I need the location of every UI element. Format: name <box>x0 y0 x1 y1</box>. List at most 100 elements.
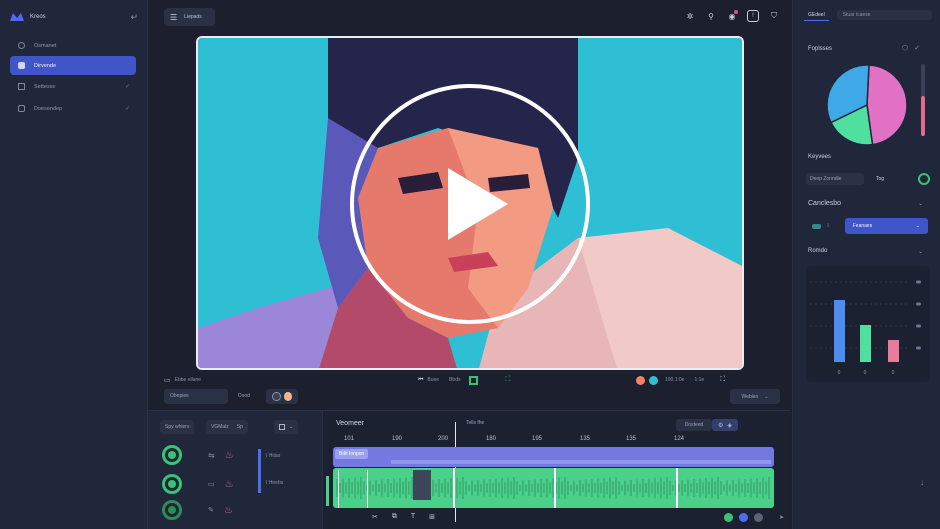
toggle-icon[interactable] <box>918 173 930 185</box>
track-options[interactable]: ⌄ <box>274 420 299 434</box>
zoom-controls: ➤ <box>724 513 784 522</box>
menu-icon: ☰ <box>170 12 178 22</box>
bar-scale-marker <box>916 324 921 328</box>
keyword-input[interactable]: Deep Zonndle <box>806 173 864 185</box>
bar-2 <box>888 340 899 362</box>
record-icon[interactable] <box>468 375 478 385</box>
chevron-down-icon[interactable]: ⌄ <box>918 200 923 207</box>
bar-0 <box>834 300 845 362</box>
sidebar-item-dirvende[interactable]: Dirvende <box>10 56 136 75</box>
collapse-icon[interactable]: ↵ <box>130 12 138 23</box>
color-dot-cyan[interactable] <box>649 375 658 385</box>
notification-icon[interactable]: ◉ <box>726 10 738 22</box>
grid-icon[interactable]: ⊞ <box>429 513 435 521</box>
video-clip[interactable]: Bdit Ionpon <box>333 447 774 467</box>
check-icon[interactable]: ✓ <box>914 44 920 52</box>
edit-icon[interactable]: ✎ <box>208 506 214 514</box>
filter-icon[interactable]: ⚲ <box>705 10 717 22</box>
wave-icon[interactable]: ⇋ <box>208 451 215 460</box>
skip-back-icon[interactable]: ⏮ <box>418 377 423 384</box>
chevron-down-icon: ✓ <box>124 106 130 112</box>
web-dropdown[interactable]: Weblen ⌄ <box>730 389 780 404</box>
expand-icon[interactable]: ⛶ <box>720 376 725 384</box>
video-icon[interactable]: ▭ <box>208 480 215 488</box>
color-swatches[interactable] <box>265 388 298 404</box>
timeline-search-label: Dosteed <box>684 422 704 428</box>
tag-icon[interactable]: ◈ <box>727 422 732 429</box>
crop-icon[interactable] <box>812 223 822 229</box>
keyword-tag[interactable]: Tog <box>876 176 884 182</box>
vgm-button[interactable]: VGMalz Sp <box>206 420 248 434</box>
ruler-tick: 101 <box>344 436 355 442</box>
dood-label: Dood <box>238 393 250 399</box>
web-dropdown-label: Weblen <box>741 393 759 400</box>
info-icon[interactable]: ! <box>747 10 759 22</box>
keyframe-handle[interactable] <box>338 470 339 508</box>
sidebar-item-label: Settesse <box>34 83 56 90</box>
sub-controls: Obnpies Dood <box>164 388 298 404</box>
section-romdo: Romdo <box>808 248 828 254</box>
caption-label: Ebbe ellane <box>174 377 202 383</box>
shield-icon[interactable]: ⛉ <box>768 10 780 22</box>
chevron-down-icon[interactable]: ⌄ <box>918 248 923 255</box>
color-dot-coral[interactable] <box>636 375 645 385</box>
vgm-button-label: VGMalz <box>211 424 229 430</box>
output-select[interactable]: Obnpies <box>164 388 228 404</box>
duration: 1:1e <box>694 377 705 383</box>
copy-icon[interactable]: ⧉ <box>392 513 397 521</box>
clip-label: Bdit Ionpon <box>339 451 365 457</box>
arrow-icon[interactable]: ➤ <box>779 514 784 521</box>
tab-stuar[interactable]: Stuar icaese <box>836 10 932 20</box>
timeline-footer: ✂ ⧉ T ⊞ <box>372 513 435 521</box>
mic-icon[interactable]: ♨ <box>225 479 234 490</box>
record-toggle[interactable] <box>162 474 182 494</box>
timeline-search[interactable]: Dosteed <box>676 419 712 431</box>
link-icon[interactable]: ⚙ <box>718 422 723 429</box>
square-icon <box>279 424 285 430</box>
section-icons: ⬡ ✓ <box>902 44 920 52</box>
ruler-tick: 200 <box>438 436 449 442</box>
spy-button-label: Spy whiers <box>165 424 190 430</box>
layers-button[interactable]: ☰ Liepads <box>164 8 215 26</box>
vertical-slider[interactable] <box>921 64 925 136</box>
speed-label: Buee <box>427 377 440 383</box>
ruler-tick: 124 <box>674 436 685 442</box>
zoom-dot-blue[interactable] <box>739 513 748 522</box>
sidebar-item-doesendep[interactable]: Doesendep ✓ <box>10 99 136 118</box>
record-toggle[interactable] <box>162 445 182 465</box>
output-label: Obnpies <box>170 393 189 399</box>
track-row-2: ▭ ♨ I Hirebs <box>162 474 312 494</box>
ruler-tick: 180 <box>486 436 497 442</box>
hex-icon[interactable]: ⬡ <box>902 44 908 52</box>
crop-dropdown[interactable]: Feanaes ⌄ <box>844 218 928 234</box>
record-toggle[interactable] <box>162 500 182 520</box>
caption-icon[interactable]: ▭ <box>164 376 171 384</box>
fullscreen-icon[interactable]: ⛶ <box>506 376 511 384</box>
swatch-peach[interactable] <box>283 391 292 401</box>
spy-button[interactable]: Spy whiers <box>160 420 195 434</box>
play-button[interactable] <box>348 82 592 326</box>
crop-row: I Feanaes ⌄ <box>812 218 928 234</box>
zoom-dot-green[interactable] <box>724 513 733 522</box>
cut-icon[interactable]: ✂ <box>372 513 378 521</box>
play-icon <box>448 168 508 240</box>
sidebar-item-settesse[interactable]: Settesse ✓ <box>10 77 136 96</box>
bar-scale-marker <box>916 302 921 306</box>
swatch-dark[interactable] <box>271 391 281 401</box>
tab-gedeel[interactable]: GEdeel <box>804 10 829 21</box>
trim-handle[interactable] <box>326 476 329 506</box>
sidebar-item-osmanet[interactable]: Osmanet <box>10 36 136 55</box>
brand-name: Kreos <box>30 14 46 20</box>
audio-waveform[interactable] <box>333 468 774 508</box>
sidebar-item-label: Doesendep <box>34 105 63 112</box>
bar-scale-marker <box>916 280 921 284</box>
effects-icon[interactable]: ✲ <box>684 10 696 22</box>
mic-icon[interactable]: ♨ <box>224 505 233 516</box>
slider-fill <box>921 96 925 136</box>
text-icon[interactable]: T <box>411 513 415 521</box>
scroll-arrow-icon[interactable]: ↓ <box>920 478 924 487</box>
zoom-dot-gray[interactable] <box>754 513 763 522</box>
keyframe-handle[interactable] <box>367 470 368 508</box>
bar-scale-marker <box>916 346 921 350</box>
mic-icon[interactable]: ♨ <box>225 450 234 461</box>
